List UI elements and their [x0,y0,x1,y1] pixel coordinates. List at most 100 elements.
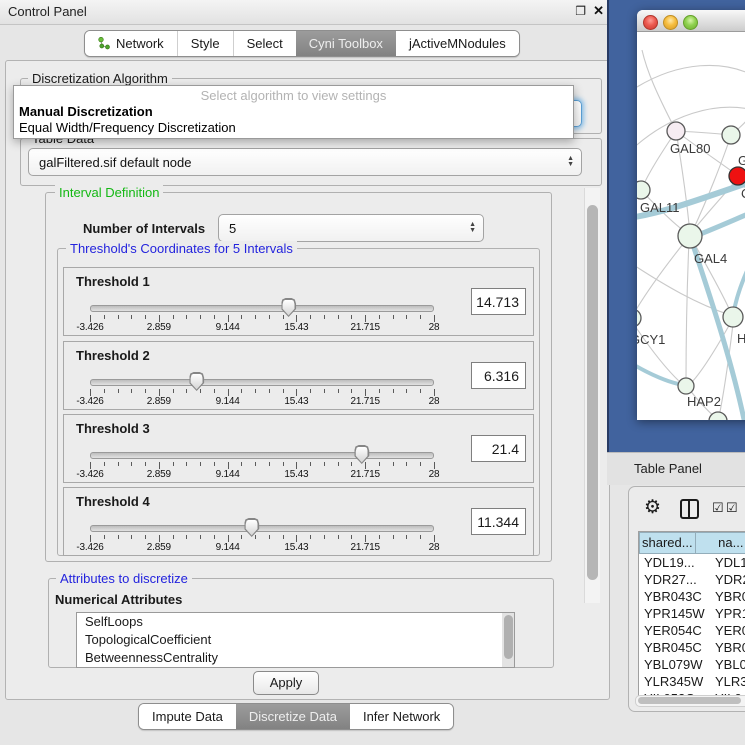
number-of-intervals-combo[interactable]: 5 ▲▼ [218,214,484,242]
node-gal11[interactable] [637,181,650,199]
table-data-combo[interactable]: galFiltered.sif default node ▲▼ [28,148,582,176]
tick-label: 9.144 [216,469,240,480]
slider-track[interactable] [90,379,434,386]
table-horizontal-scrollbar[interactable] [635,695,745,707]
close-traffic-light-icon[interactable] [643,15,658,30]
number-of-intervals-label: Number of Intervals [83,221,205,236]
table-row[interactable]: YDL19... YDL1 [639,554,745,571]
table-row[interactable]: YBL079W YBL0 [639,656,745,673]
list-item[interactable]: BetweennessCentrality [77,649,514,667]
threshold-4-value-field[interactable]: 11.344 [471,508,526,535]
slider-tick-labels: -3.4262.8599.14415.4321.71528 [90,322,434,333]
settings-scrollbar[interactable] [584,188,600,603]
table-row[interactable]: YER054C YER0 [639,622,745,639]
table-header-row: shared... na... [639,532,745,554]
apply-button[interactable]: Apply [253,671,319,695]
network-window[interactable]: GAL80 G C GAL11 GAL4 GCY1 H HAP2 [637,10,745,420]
list-item[interactable]: SelfLoops [77,613,514,631]
tab-jactivemnodules[interactable]: jActiveMNodules [396,31,519,56]
control-panel-titlebar: Control Panel ❐ ✕ [0,0,613,25]
control-panel-title: Control Panel [8,0,87,24]
tick-label: 2.859 [147,469,171,480]
cell-name: YER0 [710,622,745,639]
node-label-gal11: GAL11 [640,200,680,215]
column-header-shared[interactable]: shared... [639,532,696,554]
attributes-scrollbar-thumb[interactable] [504,615,513,659]
threshold-1-value-field[interactable]: 14.713 [471,288,526,315]
tab-style[interactable]: Style [177,31,233,56]
number-of-intervals-value: 5 [219,221,469,236]
tab-network[interactable]: Network [85,31,177,56]
combo-arrows-icon: ▲▼ [469,222,476,234]
float-window-icon[interactable]: ❐ [575,4,586,18]
tab-impute-data[interactable]: Impute Data [139,704,236,729]
thresholds-group-label: Threshold's Coordinates for 5 Intervals [66,241,297,256]
table-row[interactable]: YBR043C YBR0 [639,588,745,605]
tab-cyni-toolbox-label: Cyni Toolbox [309,31,383,56]
tick-label: 21.715 [350,322,379,333]
network-canvas[interactable]: GAL80 G C GAL11 GAL4 GCY1 H HAP2 [637,32,745,420]
tick-label: 15.43 [284,469,308,480]
column-header-name[interactable]: na... [696,532,745,554]
node-gal80[interactable] [667,122,685,140]
slider-track[interactable] [90,452,434,459]
node-gal4[interactable] [678,224,702,248]
tick-label: -3.426 [76,396,103,407]
tab-discretize-data[interactable]: Discretize Data [236,704,350,729]
node-hap2[interactable] [678,378,694,394]
slider-tick-labels: -3.4262.8599.14415.4321.71528 [90,469,434,480]
table-horizontal-scrollbar-thumb[interactable] [638,697,741,704]
tab-infer-network[interactable]: Infer Network [350,704,453,729]
slider-tick-labels: -3.4262.8599.14415.4321.71528 [90,396,434,407]
tick-label: 15.43 [284,322,308,333]
table-panel-title: Table Panel [634,453,702,485]
combo-arrows-icon: ▲▼ [567,156,574,168]
table-row[interactable]: YBR045C YBR0 [639,639,745,656]
threshold-1-slider[interactable] [90,297,434,317]
cell-name: YDR2 [710,571,745,588]
tick-label: 15.43 [284,396,308,407]
table-row[interactable]: YPR145W YPR1 [639,605,745,622]
tick-label: 9.144 [216,322,240,333]
checkbox-icon[interactable]: ☑ [712,500,724,516]
checkbox-icon[interactable]: ☑ [726,500,738,516]
attributes-scrollbar[interactable] [502,613,514,667]
zoom-traffic-light-icon[interactable] [683,15,698,30]
node-g[interactable] [722,126,740,144]
threshold-3-label: Threshold 3 [76,421,150,436]
table-row[interactable]: YLR345W YLR3 [639,673,745,690]
tab-infer-network-label: Infer Network [363,704,440,729]
tab-select[interactable]: Select [233,31,296,56]
split-columns-icon[interactable] [680,499,699,519]
close-icon[interactable]: ✕ [593,3,604,19]
node-bottom[interactable] [709,412,727,420]
settings-scrollbar-thumb[interactable] [587,205,598,580]
network-window-titlebar[interactable] [637,10,745,32]
minimize-traffic-light-icon[interactable] [663,15,678,30]
table-panel-titlebar: Table Panel [607,452,745,485]
slider-track[interactable] [90,525,434,532]
threshold-2-value-field[interactable]: 6.316 [471,362,526,389]
threshold-2-panel: Threshold 2 -3.4262.8599.14415.4321.7152… [63,341,534,410]
tick-label: 9.144 [216,542,240,553]
threshold-3-slider[interactable] [90,444,434,464]
node-red[interactable] [729,167,745,185]
control-panel-tabbar: Network Style Select Cyni Toolbox jActiv… [84,30,520,57]
tab-impute-data-label: Impute Data [152,704,223,729]
node-gcy1[interactable] [637,309,641,327]
threshold-3-value-field[interactable]: 21.4 [471,435,526,462]
table-row[interactable]: YDR27... YDR2 [639,571,745,588]
menu-item-equal-width-frequency[interactable]: Equal Width/Frequency Discretization [17,120,574,135]
interval-definition-label: Interval Definition [55,185,163,200]
list-item[interactable]: TopologicalCoefficient [77,631,514,649]
gear-icon[interactable]: ⚙ [644,496,661,519]
menu-item-manual-discretization[interactable]: Manual Discretization [17,104,574,119]
tick-label: 2.859 [147,542,171,553]
threshold-2-slider[interactable] [90,371,434,391]
slider-track[interactable] [90,305,434,312]
node-h[interactable] [723,307,743,327]
threshold-4-slider[interactable] [90,517,434,537]
tab-cyni-toolbox[interactable]: Cyni Toolbox [296,31,396,56]
node-label-h: H [737,331,745,346]
network-icon [98,37,111,50]
